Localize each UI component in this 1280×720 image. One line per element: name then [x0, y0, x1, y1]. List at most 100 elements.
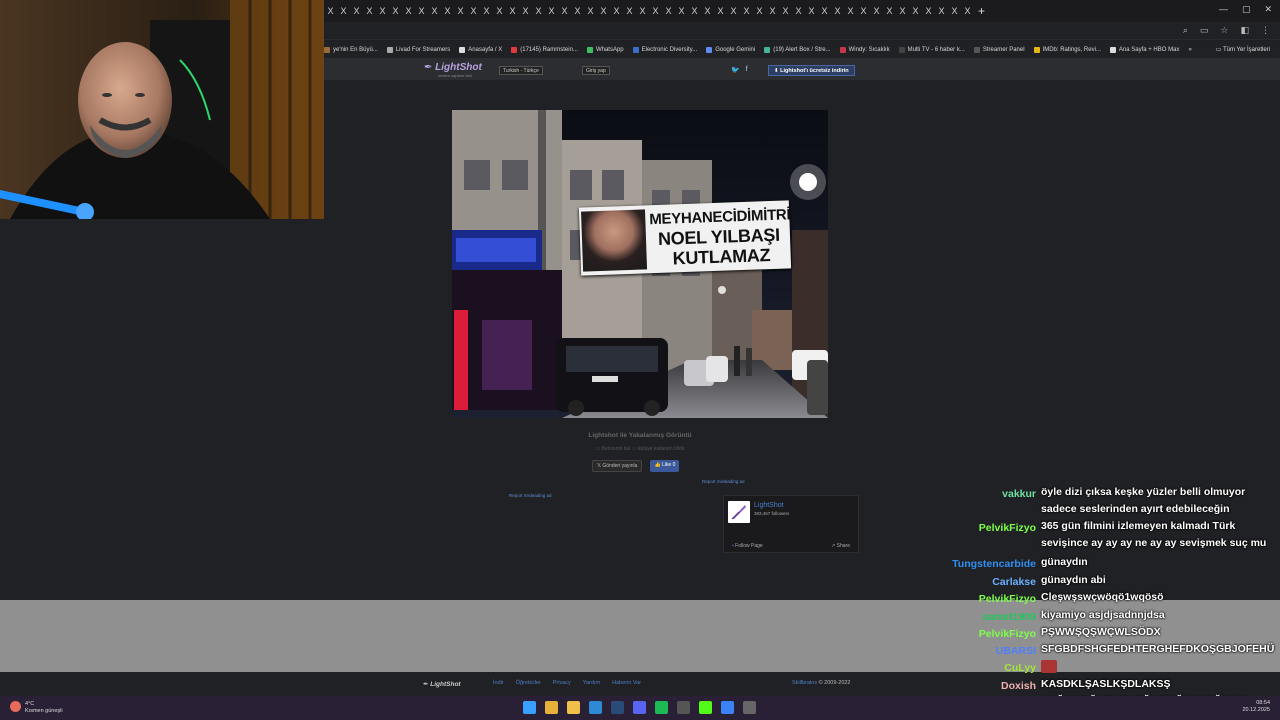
footer-link[interactable]: Privacy: [553, 680, 571, 686]
cast-icon[interactable]: ▭: [1200, 25, 1209, 36]
chat-username[interactable]: PelvikFizyo: [979, 628, 1036, 640]
tab-close-icon[interactable]: X: [870, 6, 883, 16]
tab-close-icon[interactable]: X: [753, 6, 766, 16]
fb-share-button[interactable]: ↗ Share: [831, 543, 850, 549]
tab-close-icon[interactable]: X: [727, 6, 740, 16]
bookmark-item[interactable]: Ana Sayfa + HBO Max: [1109, 46, 1179, 53]
tab-close-icon[interactable]: X: [792, 6, 805, 16]
tab-close-icon[interactable]: X: [324, 6, 337, 16]
login-button[interactable]: Giriş yap: [582, 66, 610, 75]
fb-follow-button[interactable]: ▪ Follow Page: [732, 543, 763, 549]
tab-close-icon[interactable]: X: [896, 6, 909, 16]
tab-close-icon[interactable]: X: [584, 6, 597, 16]
bookmark-item[interactable]: Livad For Streamers: [386, 46, 450, 53]
file-explorer-icon[interactable]: [567, 701, 580, 714]
footer-link[interactable]: Öğreticiler: [516, 680, 541, 686]
chat-username[interactable]: vakkur: [1002, 488, 1036, 500]
tab-close-icon[interactable]: X: [675, 6, 688, 16]
bookmark-item[interactable]: (19) Alert Box / Stre...: [764, 46, 831, 53]
tab-close-icon[interactable]: X: [415, 6, 428, 16]
search-icon[interactable]: ⌕: [1183, 25, 1188, 36]
spotify-icon[interactable]: [655, 701, 668, 714]
tab-close-icon[interactable]: X: [480, 6, 493, 16]
footer-logo[interactable]: ✒ LightShot: [423, 680, 461, 688]
chat-username[interactable]: Doxish: [1001, 680, 1036, 692]
chat-username[interactable]: CuLyy: [1004, 662, 1036, 674]
tab-close-icon[interactable]: X: [909, 6, 922, 16]
tab-close-icon[interactable]: X: [389, 6, 402, 16]
tab-close-icon[interactable]: X: [441, 6, 454, 16]
twitter-icon[interactable]: 🐦: [731, 66, 740, 74]
chat-username[interactable]: PelvikFizyo: [979, 593, 1036, 605]
chat-username[interactable]: Tungstencarbide: [952, 558, 1036, 570]
like-button[interactable]: 👍 Like 0: [650, 460, 680, 472]
tab-close-icon[interactable]: X: [662, 6, 675, 16]
footer-link[interactable]: Yardım: [583, 680, 600, 686]
tab-close-icon[interactable]: X: [558, 6, 571, 16]
maximize-button[interactable]: ▢: [1242, 4, 1251, 15]
tab-close-icon[interactable]: X: [545, 6, 558, 16]
tab-close-icon[interactable]: X: [844, 6, 857, 16]
facebook-icon[interactable]: f: [746, 66, 748, 74]
bookmark-item[interactable]: WhatsApp: [586, 46, 624, 53]
report-ad-link-left[interactable]: Report misleading ad: [509, 493, 552, 498]
tab-close-icon[interactable]: X: [597, 6, 610, 16]
tab-close-icon[interactable]: X: [831, 6, 844, 16]
extensions-icon[interactable]: ◧: [1240, 25, 1249, 36]
footer-link[interactable]: İndir: [493, 680, 504, 686]
close-window-button[interactable]: ✕: [1264, 4, 1272, 15]
tab-close-icon[interactable]: X: [740, 6, 753, 16]
tab-close-icon[interactable]: X: [818, 6, 831, 16]
discord-icon[interactable]: [633, 701, 646, 714]
tab-close-icon[interactable]: X: [428, 6, 441, 16]
tab-close-icon[interactable]: X: [467, 6, 480, 16]
tab-close-icon[interactable]: X: [883, 6, 896, 16]
chat-username[interactable]: samet1909: [982, 611, 1036, 623]
chrome-icon[interactable]: [545, 701, 558, 714]
bookmarks-overflow-button[interactable]: »: [1188, 47, 1191, 53]
footer-link[interactable]: Haberin Var: [612, 680, 641, 686]
all-bookmarks[interactable]: ▭ Tüm Yer İşaretleri: [1216, 46, 1270, 53]
app-icon[interactable]: [721, 701, 734, 714]
chat-username[interactable]: PelvikFizyo: [979, 522, 1036, 534]
tab-close-icon[interactable]: X: [922, 6, 935, 16]
fb-page-name[interactable]: LightShot: [754, 502, 784, 509]
bookmark-item[interactable]: Google Gemini: [706, 46, 755, 53]
lightshot-avatar[interactable]: [728, 501, 750, 523]
download-button[interactable]: ⬇ Lightshot'ı ücretsiz indirin: [768, 65, 855, 76]
tab-close-icon[interactable]: X: [337, 6, 350, 16]
tab-close-icon[interactable]: X: [506, 6, 519, 16]
menu-icon[interactable]: ⋮: [1261, 25, 1270, 36]
tab-close-icon[interactable]: X: [519, 6, 532, 16]
tab-close-icon[interactable]: X: [623, 6, 636, 16]
kick-icon[interactable]: [699, 701, 712, 714]
tab-close-icon[interactable]: X: [805, 6, 818, 16]
language-select[interactable]: Turkish - Türkçe: [499, 66, 543, 75]
chat-username[interactable]: Carlakse: [992, 576, 1036, 588]
tab-close-icon[interactable]: X: [610, 6, 623, 16]
skillbrains-link[interactable]: Skillbrains: [792, 680, 817, 686]
tab-close-icon[interactable]: X: [454, 6, 467, 16]
bookmark-item[interactable]: Electronic Diversity...: [632, 46, 697, 53]
caption-actions[interactable]: ▭ Benzerini bul ▭ kütüye kullanım bildir: [560, 446, 720, 452]
chat-username[interactable]: UBARSI: [996, 645, 1036, 657]
tab-close-icon[interactable]: X: [701, 6, 714, 16]
tab-close-icon[interactable]: X: [571, 6, 584, 16]
tab-close-icon[interactable]: X: [649, 6, 662, 16]
tab-close-icon[interactable]: X: [961, 6, 974, 16]
bookmark-star-icon[interactable]: ☆: [1220, 25, 1228, 36]
bookmark-item[interactable]: ye'nin En Büyü...: [324, 46, 378, 53]
screenshot-image[interactable]: MEYHANECİDİMİTRİ NOEL YILBAŞI KUTLAMAZ: [452, 110, 828, 418]
system-clock[interactable]: 08:54 20.12.2025: [1242, 700, 1270, 714]
windows-start-icon[interactable]: [523, 701, 536, 714]
tab-close-icon[interactable]: X: [363, 6, 376, 16]
tab-close-icon[interactable]: X: [402, 6, 415, 16]
bookmark-item[interactable]: Multi TV - 6 haber k...: [898, 46, 965, 53]
tab-close-icon[interactable]: X: [714, 6, 727, 16]
bookmark-item[interactable]: Anasayfa / X: [459, 46, 502, 53]
tab-close-icon[interactable]: X: [636, 6, 649, 16]
tweet-button[interactable]: 𝕏 Gönderi yayınla: [592, 460, 643, 472]
bookmark-item[interactable]: (17145) Rammstein...: [511, 46, 578, 53]
tab-close-icon[interactable]: X: [779, 6, 792, 16]
tab-close-icon[interactable]: X: [493, 6, 506, 16]
